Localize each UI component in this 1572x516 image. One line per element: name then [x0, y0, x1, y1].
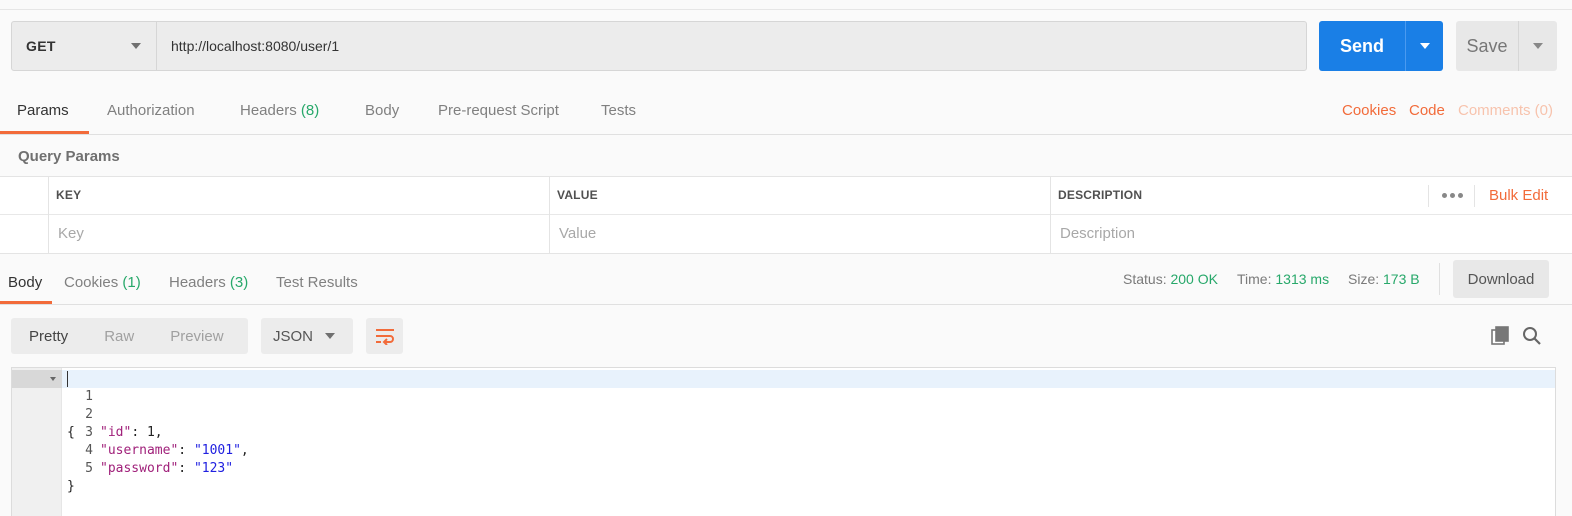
time-label: Time:	[1237, 271, 1272, 287]
send-button-group: Send	[1319, 21, 1443, 71]
tab-count: (8)	[300, 102, 320, 119]
column-divider	[1050, 177, 1051, 253]
tab-label: Headers	[169, 274, 226, 291]
tab-count: (3)	[229, 274, 249, 291]
view-mode-switch: Pretty Raw Preview	[11, 318, 248, 354]
tab-authorization[interactable]: Authorization	[107, 102, 195, 134]
code-text: }	[67, 479, 75, 494]
line-number: 5	[85, 461, 93, 476]
tab-label: Pre-request Script	[438, 102, 559, 119]
fold-arrow-icon[interactable]	[50, 377, 56, 381]
tab-label: Body	[365, 102, 400, 119]
status-label: Status:	[1123, 271, 1167, 287]
time-value[interactable]: 1313 ms	[1275, 271, 1329, 287]
chevron-down-icon	[1533, 43, 1543, 49]
response-size: Size: 173 B	[1348, 271, 1420, 287]
response-tabs-divider	[0, 304, 1572, 305]
view-mode-raw[interactable]: Raw	[86, 328, 152, 345]
tab-headers[interactable]: Headers (8)	[240, 102, 319, 134]
column-divider	[1428, 185, 1429, 207]
download-button[interactable]: Download	[1453, 260, 1549, 298]
more-dots-icon[interactable]	[1442, 193, 1463, 198]
table-row-divider	[0, 214, 1572, 215]
tab-label: Body	[8, 274, 43, 291]
column-divider	[48, 177, 49, 253]
chevron-down-icon	[1419, 43, 1430, 49]
tab-params[interactable]: Params	[17, 102, 69, 134]
tab-response-cookies[interactable]: Cookies (1)	[64, 274, 141, 306]
tab-pre-request-script[interactable]: Pre-request Script	[438, 102, 559, 134]
code-line: 4 "password": "123"	[12, 424, 1555, 476]
chevron-down-icon	[325, 333, 335, 339]
method-select[interactable]: GET	[12, 22, 157, 70]
tab-count: (1)	[122, 274, 141, 291]
tab-label: Cookies	[64, 274, 119, 291]
response-status: Status: 200 OK	[1123, 271, 1218, 287]
size-label: Size:	[1348, 271, 1380, 287]
response-body-editor[interactable]: 1 { 2 "id": 1, 3 "username": "1001", 4 "…	[11, 367, 1556, 516]
code-line: 1 {	[12, 370, 1555, 440]
tab-label: Test Results	[276, 274, 358, 291]
json-colon: :	[178, 461, 194, 476]
top-strip	[0, 0, 1572, 10]
view-mode-pretty[interactable]: Pretty	[11, 328, 86, 345]
send-button[interactable]: Send	[1319, 21, 1405, 71]
value-input[interactable]: Value	[559, 225, 596, 242]
column-divider	[1474, 185, 1475, 207]
wrap-lines-button[interactable]	[366, 318, 403, 354]
url-bar: GET	[11, 21, 1307, 71]
column-header-description: DESCRIPTION	[1058, 188, 1143, 202]
tab-label: Tests	[601, 102, 637, 119]
code-line: 5 }	[12, 442, 1555, 494]
format-select[interactable]: JSON	[261, 318, 353, 354]
params-table	[0, 176, 1572, 254]
column-header-value: VALUE	[557, 188, 598, 202]
send-dropdown-button[interactable]	[1406, 21, 1443, 71]
description-input[interactable]: Description	[1060, 225, 1135, 242]
url-input[interactable]	[157, 22, 1306, 70]
status-divider	[1439, 263, 1440, 295]
code-line: 3 "username": "1001",	[12, 406, 1555, 458]
search-icon[interactable]	[1522, 326, 1542, 346]
format-label: JSON	[273, 327, 314, 345]
json-value: "123"	[193, 461, 234, 476]
column-divider	[549, 177, 550, 253]
tab-tests[interactable]: Tests	[601, 102, 636, 134]
save-button-group: Save	[1456, 21, 1557, 71]
cookies-link[interactable]: Cookies	[1342, 102, 1396, 134]
method-label: GET	[26, 38, 56, 54]
wrap-lines-icon	[375, 329, 394, 345]
column-header-key: KEY	[56, 188, 82, 202]
view-mode-preview[interactable]: Preview	[152, 328, 241, 345]
code-line: 2 "id": 1,	[12, 388, 1555, 440]
json-key: "password"	[100, 461, 179, 476]
status-value[interactable]: 200 OK	[1170, 271, 1217, 287]
tab-response-headers[interactable]: Headers (3)	[169, 274, 248, 306]
size-value[interactable]: 173 B	[1383, 271, 1420, 287]
tab-label: Authorization	[107, 102, 195, 119]
save-button[interactable]: Save	[1456, 21, 1518, 71]
tab-label: Headers	[240, 102, 297, 119]
bulk-edit-link[interactable]: Bulk Edit	[1489, 187, 1548, 204]
tab-body[interactable]: Body	[365, 102, 399, 134]
text-cursor	[67, 371, 68, 387]
tab-test-results[interactable]: Test Results	[276, 274, 358, 306]
key-input[interactable]: Key	[58, 225, 84, 242]
save-dropdown-button[interactable]	[1519, 21, 1557, 71]
chevron-down-icon	[131, 43, 141, 49]
tabs-divider	[0, 134, 1572, 135]
query-params-title: Query Params	[18, 148, 120, 165]
comments-link[interactable]: Comments (0)	[1458, 102, 1553, 134]
response-time: Time: 1313 ms	[1237, 271, 1329, 287]
tab-label: Params	[17, 102, 69, 119]
code-link[interactable]: Code	[1409, 102, 1445, 134]
copy-icon[interactable]	[1490, 326, 1510, 346]
